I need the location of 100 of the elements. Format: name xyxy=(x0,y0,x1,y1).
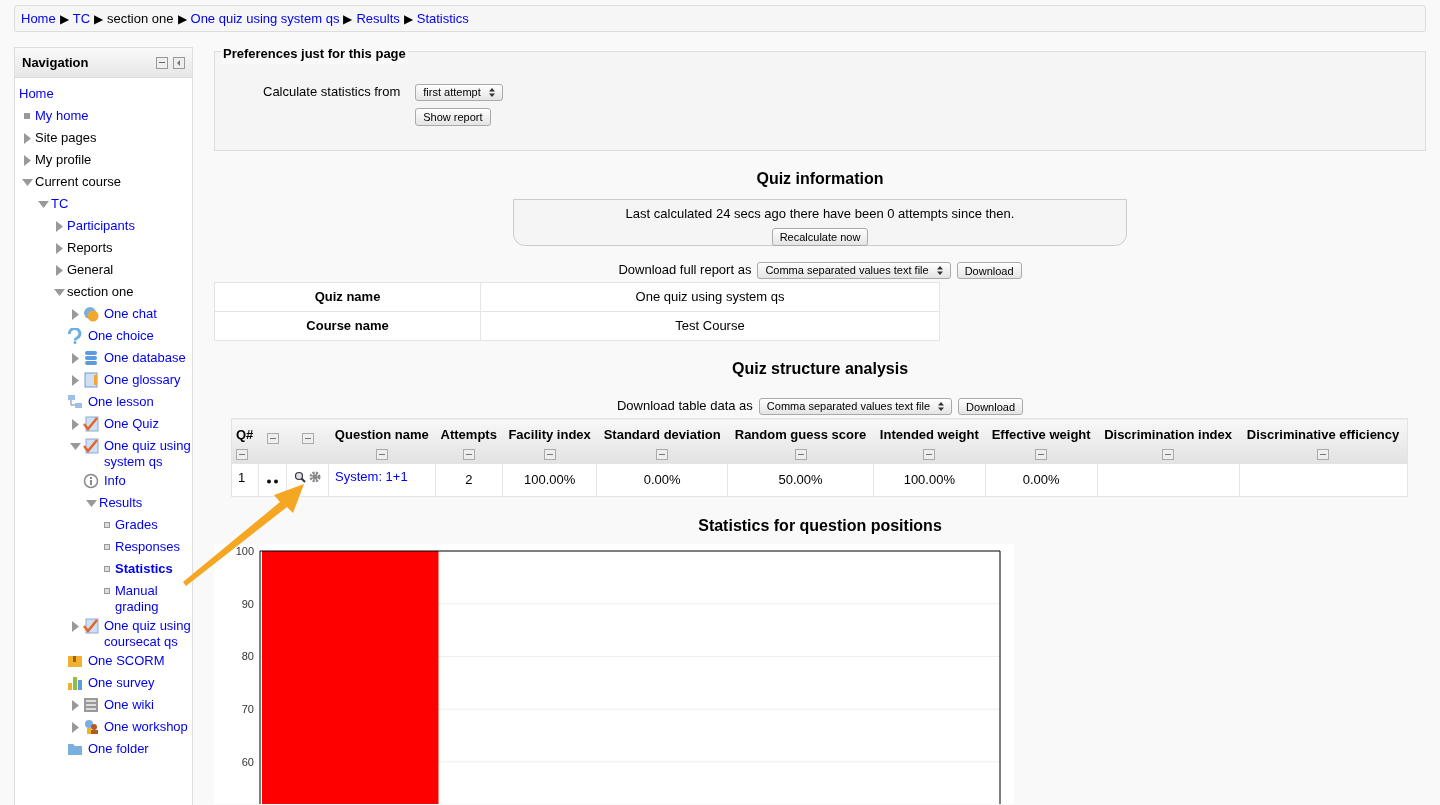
nav-link[interactable]: One folder xyxy=(88,741,149,757)
format-select[interactable]: Comma separated values text file xyxy=(758,397,953,415)
nav-link[interactable]: Manual grading xyxy=(115,583,192,615)
nav-item[interactable]: Site pages xyxy=(35,130,97,146)
package-icon xyxy=(67,653,83,669)
table-cell: 1 xyxy=(231,463,259,497)
collapse-icon[interactable] xyxy=(794,448,807,460)
nav-link[interactable]: Home xyxy=(19,86,54,102)
section-heading: Quiz information xyxy=(755,169,885,189)
nav-link[interactable]: Statistics xyxy=(115,561,173,577)
column-header: Standard deviation xyxy=(602,426,722,444)
table-cell: 100.00% xyxy=(873,463,986,497)
folder-icon xyxy=(67,741,83,757)
nav-link[interactable]: Grades xyxy=(115,517,158,533)
breadcrumb-link[interactable]: Results xyxy=(356,8,400,29)
table-cell: One quiz using system qs xyxy=(480,282,940,312)
separator-icon: ▶ xyxy=(343,9,353,28)
collapse-icon[interactable] xyxy=(1317,448,1330,460)
nav-link[interactable]: One survey xyxy=(88,675,155,691)
nav-link[interactable]: One database xyxy=(104,350,186,366)
row-header: Quiz name xyxy=(214,282,481,312)
separator-icon: ▶ xyxy=(94,9,104,28)
breadcrumb-link[interactable]: Statistics xyxy=(416,8,469,29)
collapse-icon[interactable] xyxy=(1035,448,1048,460)
nav-link[interactable]: My home xyxy=(35,108,89,124)
axis-tick-label: 70 xyxy=(241,703,254,716)
column-header: Effective weight xyxy=(990,426,1092,444)
collapse-icon[interactable] xyxy=(462,448,475,460)
column-header: Random guess score xyxy=(733,426,868,444)
column-header: Attempts xyxy=(439,426,498,444)
section-heading: Statistics for question positions xyxy=(697,516,943,536)
section-heading: Quiz structure analysis xyxy=(730,359,910,379)
people-icon xyxy=(83,719,99,735)
nav-link[interactable]: One chat xyxy=(104,306,157,322)
nav-link[interactable]: Participants xyxy=(67,218,135,234)
breadcrumb-link[interactable]: TC xyxy=(72,8,91,29)
collapse-icon[interactable] xyxy=(923,448,936,460)
download-button[interactable]: Download xyxy=(956,261,1022,279)
nav-link[interactable]: TC xyxy=(51,196,69,212)
collapse-icon[interactable] xyxy=(375,448,388,460)
axis-tick-label: 90 xyxy=(241,597,254,610)
dock-icon[interactable] xyxy=(173,56,185,69)
nav-link[interactable]: One choice xyxy=(88,328,154,344)
recalculate-button[interactable]: Recalculate now xyxy=(771,227,869,246)
breadcrumb-link[interactable]: Home xyxy=(21,8,56,29)
nav-item[interactable]: My profile xyxy=(35,152,92,168)
collapse-icon[interactable] xyxy=(236,448,248,460)
checkmark-icon xyxy=(83,416,99,432)
separator-icon: ▶ xyxy=(177,9,187,28)
checkmark-icon xyxy=(83,618,99,634)
checkmark-icon xyxy=(83,438,99,454)
row-header: Course name xyxy=(214,311,481,341)
book-icon xyxy=(83,372,99,388)
nav-item[interactable]: Reports xyxy=(67,240,113,256)
column-header: Discriminative efficiency xyxy=(1245,426,1401,444)
dots-icon xyxy=(265,479,280,485)
nav-link[interactable]: Responses xyxy=(115,539,181,555)
search-icon[interactable] xyxy=(294,471,307,483)
block-title: Navigation xyxy=(22,53,89,72)
dropdown-arrows-icon xyxy=(488,88,495,97)
flowchart-icon xyxy=(67,394,83,410)
column-header: Q# xyxy=(236,426,255,444)
table-cell: Test Course xyxy=(480,311,940,341)
grid-icon xyxy=(83,697,99,713)
chat-bubble-icon xyxy=(83,306,99,322)
format-select[interactable]: Comma separated values text file xyxy=(757,261,951,279)
field-label: Calculate statistics from xyxy=(263,83,401,101)
column-header: Discrimination index xyxy=(1103,426,1233,444)
nav-link[interactable]: Results xyxy=(99,495,143,511)
nav-item[interactable]: General xyxy=(67,262,114,278)
nav-link[interactable]: Info xyxy=(104,473,126,489)
nav-link[interactable]: One lesson xyxy=(88,394,154,410)
collapse-icon[interactable] xyxy=(656,448,669,460)
nav-item[interactable]: section one xyxy=(67,284,134,300)
bar-chart-icon xyxy=(67,675,83,691)
minimize-icon[interactable] xyxy=(156,56,168,69)
axis-tick-label: 60 xyxy=(241,755,254,768)
nav-link[interactable]: One glossary xyxy=(104,372,181,388)
nav-link[interactable]: One wiki xyxy=(104,697,154,713)
attempt-select[interactable]: first attempt xyxy=(415,84,503,101)
collapse-icon[interactable] xyxy=(543,448,556,460)
nav-item[interactable]: Current course xyxy=(35,174,121,190)
nav-link[interactable]: One workshop xyxy=(104,719,188,735)
column-header: Intended weight xyxy=(878,426,980,444)
separator-icon: ▶ xyxy=(59,9,69,28)
collapse-icon[interactable] xyxy=(1162,448,1175,460)
breadcrumb-link[interactable]: One quiz using system qs xyxy=(190,8,340,29)
axis-tick-label: 80 xyxy=(241,650,254,663)
download-button[interactable]: Download xyxy=(958,397,1023,415)
nav-link[interactable]: One Quiz xyxy=(104,416,159,432)
notice-text: Last calculated 24 secs ago there have been 0 attempts since then. xyxy=(625,205,1015,223)
collapse-icon[interactable] xyxy=(266,433,279,444)
table-cell: 50.00% xyxy=(727,463,874,497)
nav-link[interactable]: One quiz using system qs xyxy=(104,438,192,470)
show-report-button[interactable]: Show report xyxy=(415,108,491,126)
nav-link[interactable]: One quiz using coursecat qs xyxy=(104,618,192,650)
nav-link[interactable]: One SCORM xyxy=(88,653,165,669)
question-mark-icon xyxy=(67,328,83,344)
collapse-icon[interactable] xyxy=(301,433,314,444)
download-label: Download full report as xyxy=(618,261,752,280)
